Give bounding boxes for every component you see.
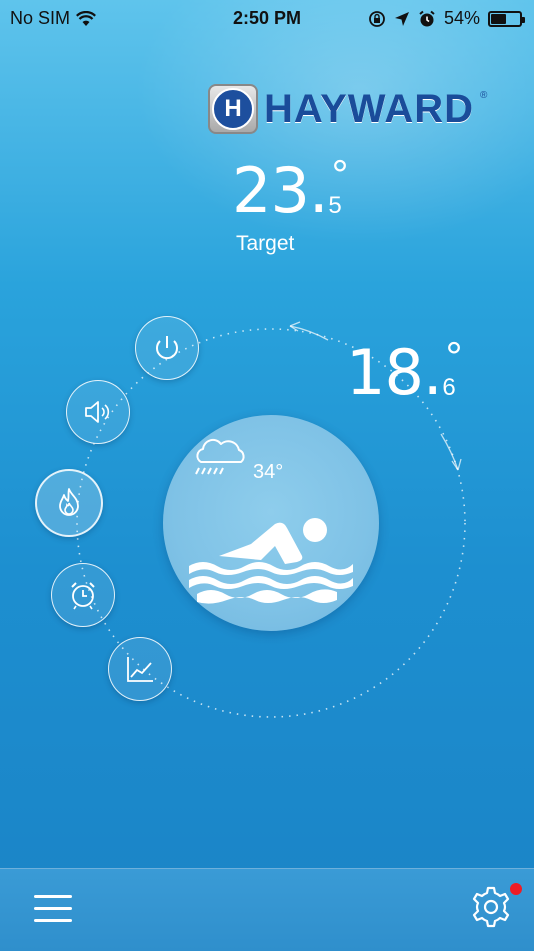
gear-icon[interactable] bbox=[468, 884, 514, 930]
status-bar: No SIM 2:50 PM 54% bbox=[0, 0, 534, 38]
dial-arrow-right bbox=[440, 433, 459, 471]
target-temp-degree: ° bbox=[331, 151, 349, 198]
power-button[interactable] bbox=[135, 316, 199, 380]
water-temp-whole: 18. bbox=[346, 336, 443, 409]
location-icon bbox=[394, 11, 409, 26]
target-temp-decimal: 5 bbox=[328, 192, 342, 219]
flame-icon bbox=[59, 488, 79, 516]
line-chart-icon bbox=[127, 657, 153, 682]
weather-widget: 34° bbox=[191, 434, 283, 483]
notification-badge bbox=[510, 883, 522, 895]
weather-temperature: 34° bbox=[253, 461, 284, 483]
logo-badge: H bbox=[208, 84, 258, 134]
target-temperature[interactable]: 23. ° 5 bbox=[232, 154, 348, 227]
alarm-clock-icon bbox=[71, 582, 95, 610]
speaker-icon bbox=[85, 401, 110, 423]
water-temp-degree: ° bbox=[445, 333, 463, 380]
rotation-lock-icon bbox=[369, 10, 385, 27]
logo-badge-letter: H bbox=[212, 88, 254, 130]
target-temp-whole: 23. bbox=[232, 154, 329, 227]
bottom-toolbar bbox=[0, 868, 534, 951]
battery-icon bbox=[488, 10, 525, 27]
alarm-icon bbox=[419, 10, 435, 26]
heat-button[interactable] bbox=[35, 469, 103, 537]
swimmer-icon bbox=[189, 518, 353, 604]
water-temp-decimal: 6 bbox=[442, 374, 456, 401]
registered-mark: ® bbox=[480, 90, 488, 101]
power-icon bbox=[156, 336, 178, 360]
timer-button[interactable] bbox=[51, 563, 115, 627]
hamburger-menu-icon[interactable] bbox=[34, 895, 74, 925]
chart-button[interactable] bbox=[108, 637, 172, 701]
rain-cloud-icon bbox=[195, 438, 245, 475]
dial-arrow-top bbox=[289, 325, 329, 341]
sound-button[interactable] bbox=[66, 380, 130, 444]
target-label: Target bbox=[236, 232, 295, 255]
battery-percent: 54% bbox=[443, 8, 480, 28]
logo-wordmark: HAYWARD bbox=[264, 86, 474, 131]
water-temperature: 18. ° 6 bbox=[346, 336, 462, 409]
hayward-logo: H HAYWARD ® bbox=[208, 84, 487, 134]
